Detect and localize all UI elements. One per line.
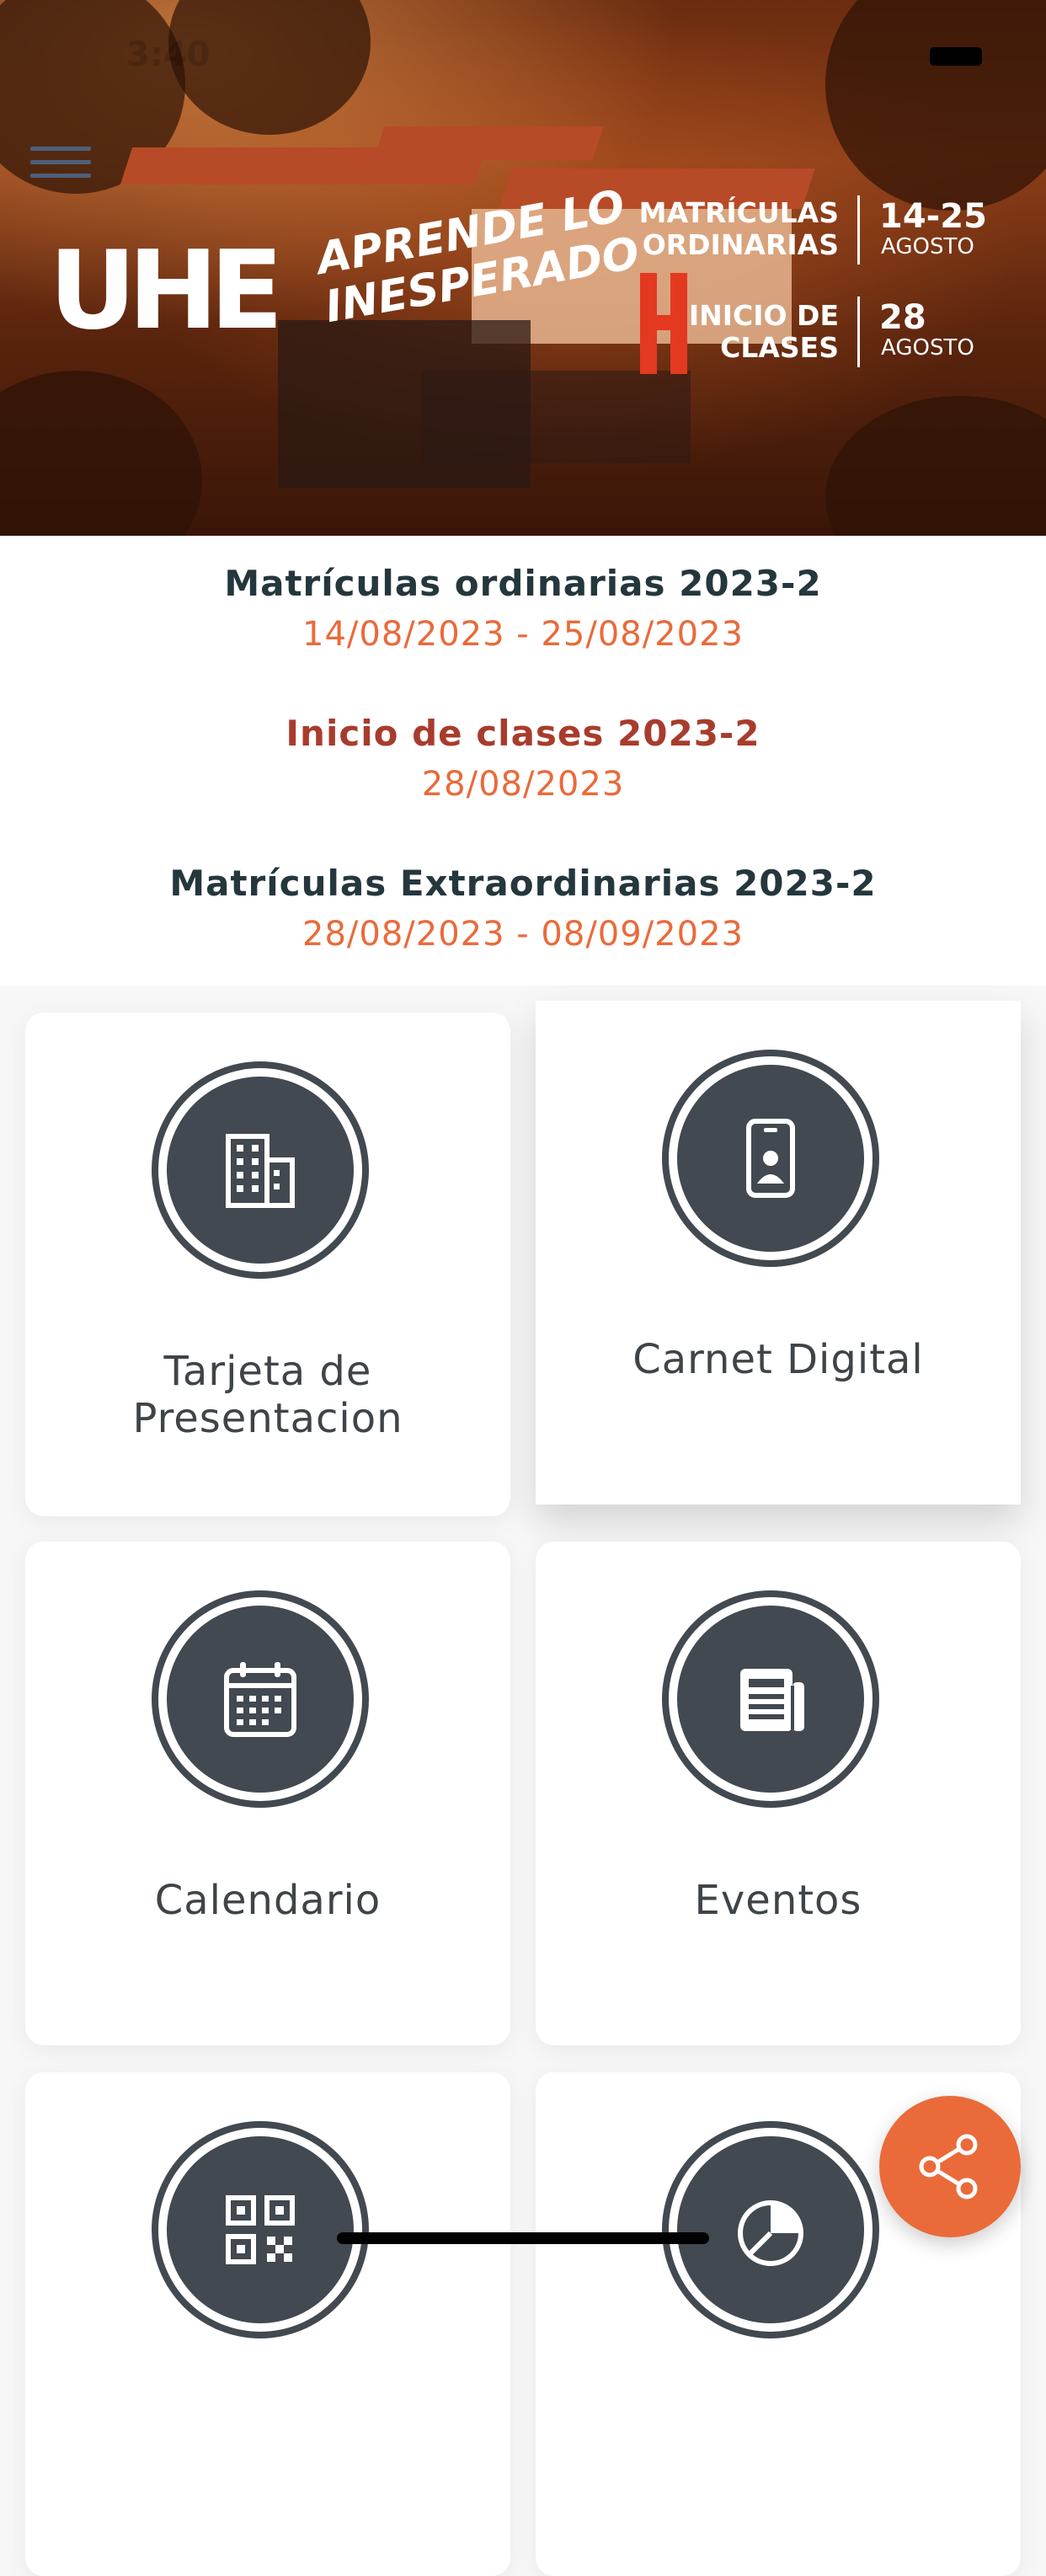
promo-number-classes: 28	[879, 298, 926, 337]
status-time: 3:40	[126, 35, 211, 74]
promo-month-classes: AGOSTO	[881, 335, 974, 361]
tile-label: Calendario	[154, 1877, 382, 1924]
tile-eventos[interactable]: Eventos	[536, 1542, 1021, 2045]
share-button[interactable]	[879, 2096, 1021, 2237]
share-icon	[919, 2134, 978, 2199]
announcement-date: 14/08/2023 - 25/08/2023	[302, 615, 744, 654]
battery-icon	[930, 47, 982, 66]
building-icon	[167, 1077, 354, 1264]
newspaper-icon	[677, 1606, 864, 1793]
announcement-title: Matrículas Extraordinarias 2023-2	[169, 863, 877, 904]
tile-calendario[interactable]: Calendario	[25, 1542, 510, 2045]
university-logo: UHE	[49, 228, 283, 354]
hamburger-menu-icon[interactable]	[30, 147, 91, 187]
promo-divider	[857, 297, 860, 367]
announcements-section: Matrículas ordinarias 2023-2 14/08/2023 …	[0, 536, 1046, 986]
announcement-date: 28/08/2023 - 08/09/2023	[302, 915, 744, 954]
id-card-phone-icon	[677, 1065, 864, 1252]
tile-label: Tarjeta de Presentacion	[132, 1348, 403, 1442]
tile-carnet-digital[interactable]: Carnet Digital	[536, 1001, 1021, 1504]
promo-label-classes: INICIO DE CLASES	[688, 299, 839, 364]
home-indicator[interactable]	[337, 2232, 709, 2244]
tile-tarjeta-presentacion[interactable]: Tarjeta de Presentacion	[25, 1013, 510, 1516]
promo-month-enrollment: AGOSTO	[881, 234, 974, 259]
qr-code-icon	[167, 2136, 354, 2323]
pie-chart-icon	[677, 2136, 864, 2323]
tile-qr-code[interactable]	[25, 2072, 510, 2576]
calendar-icon	[167, 1606, 354, 1793]
promo-divider	[857, 195, 860, 265]
promo-label-enrollment: MATRÍCULAS ORDINARIAS	[638, 196, 839, 261]
tile-label: Carnet Digital	[632, 1336, 924, 1383]
promo-number-enrollment: 14-25	[879, 197, 987, 236]
tile-label: Eventos	[694, 1877, 862, 1924]
hero-banner: 3:40 UHE APRENDE LO INESPERADO MATRÍCULA…	[0, 0, 1046, 536]
announcement-title: Inicio de clases 2023-2	[286, 713, 760, 754]
announcement-date: 28/08/2023	[421, 765, 625, 804]
announcement-title: Matrículas ordinarias 2023-2	[224, 563, 822, 604]
